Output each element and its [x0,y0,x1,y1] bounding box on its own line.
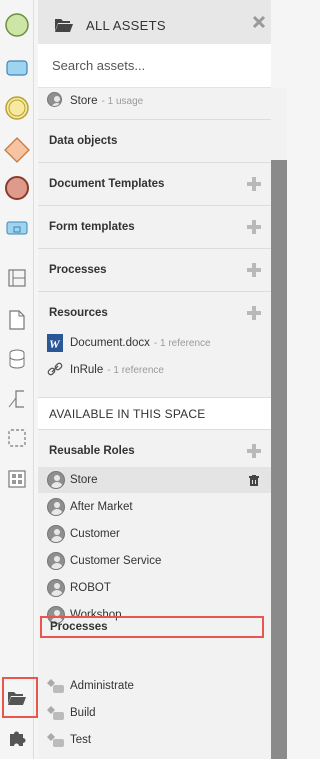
process-icon [47,732,65,751]
process-icon [47,705,65,724]
available-in-space-header: AVAILABLE IN THIS SPACE [38,397,271,429]
role-label: Store [70,474,98,486]
panel-header: ALL ASSETS [38,0,271,50]
add-icon[interactable] [247,177,261,191]
reference-count: - 1 reference [153,338,211,349]
resource-label: Document.docx [70,337,150,349]
word-doc-icon: W [47,334,63,355]
add-icon[interactable] [247,220,261,234]
data-store-icon[interactable] [0,348,34,370]
role-icon [47,552,65,570]
section-space-processes[interactable]: Processes [40,616,264,638]
role-item[interactable]: ROBOT [38,575,271,601]
usage-count: - 1 usage [101,95,144,107]
role-icon [47,525,65,543]
role-icon [47,92,62,107]
resource-label: InRule [70,364,104,376]
role-item[interactable]: Customer [38,521,271,547]
search-box [38,44,271,88]
intermediate-event-icon[interactable] [0,94,34,122]
lane-icon[interactable] [0,268,34,288]
section-data-objects[interactable]: Data objects [38,119,271,162]
trash-icon[interactable] [249,475,259,486]
role-item-store[interactable]: Store [38,467,271,493]
add-icon[interactable] [247,444,261,458]
role-icon [47,579,65,597]
process-label: Build [70,707,96,719]
section-processes[interactable]: Processes [38,248,271,291]
role-label: ROBOT [70,582,111,594]
gateway-icon[interactable] [0,135,34,165]
section-resources[interactable]: Resources [38,291,271,334]
section-form-templates[interactable]: Form templates [38,205,271,248]
process-label: Administrate [70,680,134,692]
role-item[interactable]: Customer Service [38,548,271,574]
role-label: Customer [70,528,120,540]
process-item[interactable]: Test [38,728,271,752]
role-icon [47,471,65,489]
role-label: Customer Service [70,555,162,567]
end-event-icon[interactable] [0,174,34,202]
scrollbar-thumb[interactable] [271,160,287,759]
task-icon[interactable] [0,58,34,78]
add-icon[interactable] [247,263,261,277]
puzzle-icon[interactable] [0,726,34,750]
folder-open-icon [55,19,73,32]
link-icon [47,361,63,382]
form-icon[interactable] [0,468,34,490]
panel-title: ALL ASSETS [86,17,166,33]
process-icon [47,678,65,697]
assets-panel: ALL ASSETS Store- 1 usage Data objects D… [38,0,271,759]
process-item[interactable]: Administrate [38,674,271,698]
start-event-icon[interactable] [0,11,34,39]
list-item[interactable]: InRule - 1 reference [38,359,271,381]
group-icon[interactable] [0,428,34,448]
reference-count: - 1 reference [107,365,164,376]
item-label: Store [70,94,98,107]
search-input[interactable] [50,57,250,74]
palette-toolbar [0,0,34,759]
section-reusable-roles[interactable]: Reusable Roles [38,429,271,472]
annotation-icon[interactable] [0,388,34,410]
close-icon[interactable] [252,15,266,29]
process-label: Test [70,734,92,746]
list-item[interactable]: Store - 1 usage [38,89,271,112]
role-label: After Market [70,501,133,513]
panel-scrollbar[interactable] [271,88,287,759]
svg-text:W: W [49,337,61,351]
role-item[interactable]: After Market [38,494,271,520]
process-item[interactable]: Build [38,701,271,725]
subprocess-icon[interactable] [0,220,34,236]
section-document-templates[interactable]: Document Templates [38,162,271,205]
assets-button-highlight [2,677,38,718]
data-object-icon[interactable] [0,310,34,330]
role-icon [47,498,65,516]
add-icon[interactable] [247,306,261,320]
list-item[interactable]: W Document.docx - 1 reference [38,332,271,354]
